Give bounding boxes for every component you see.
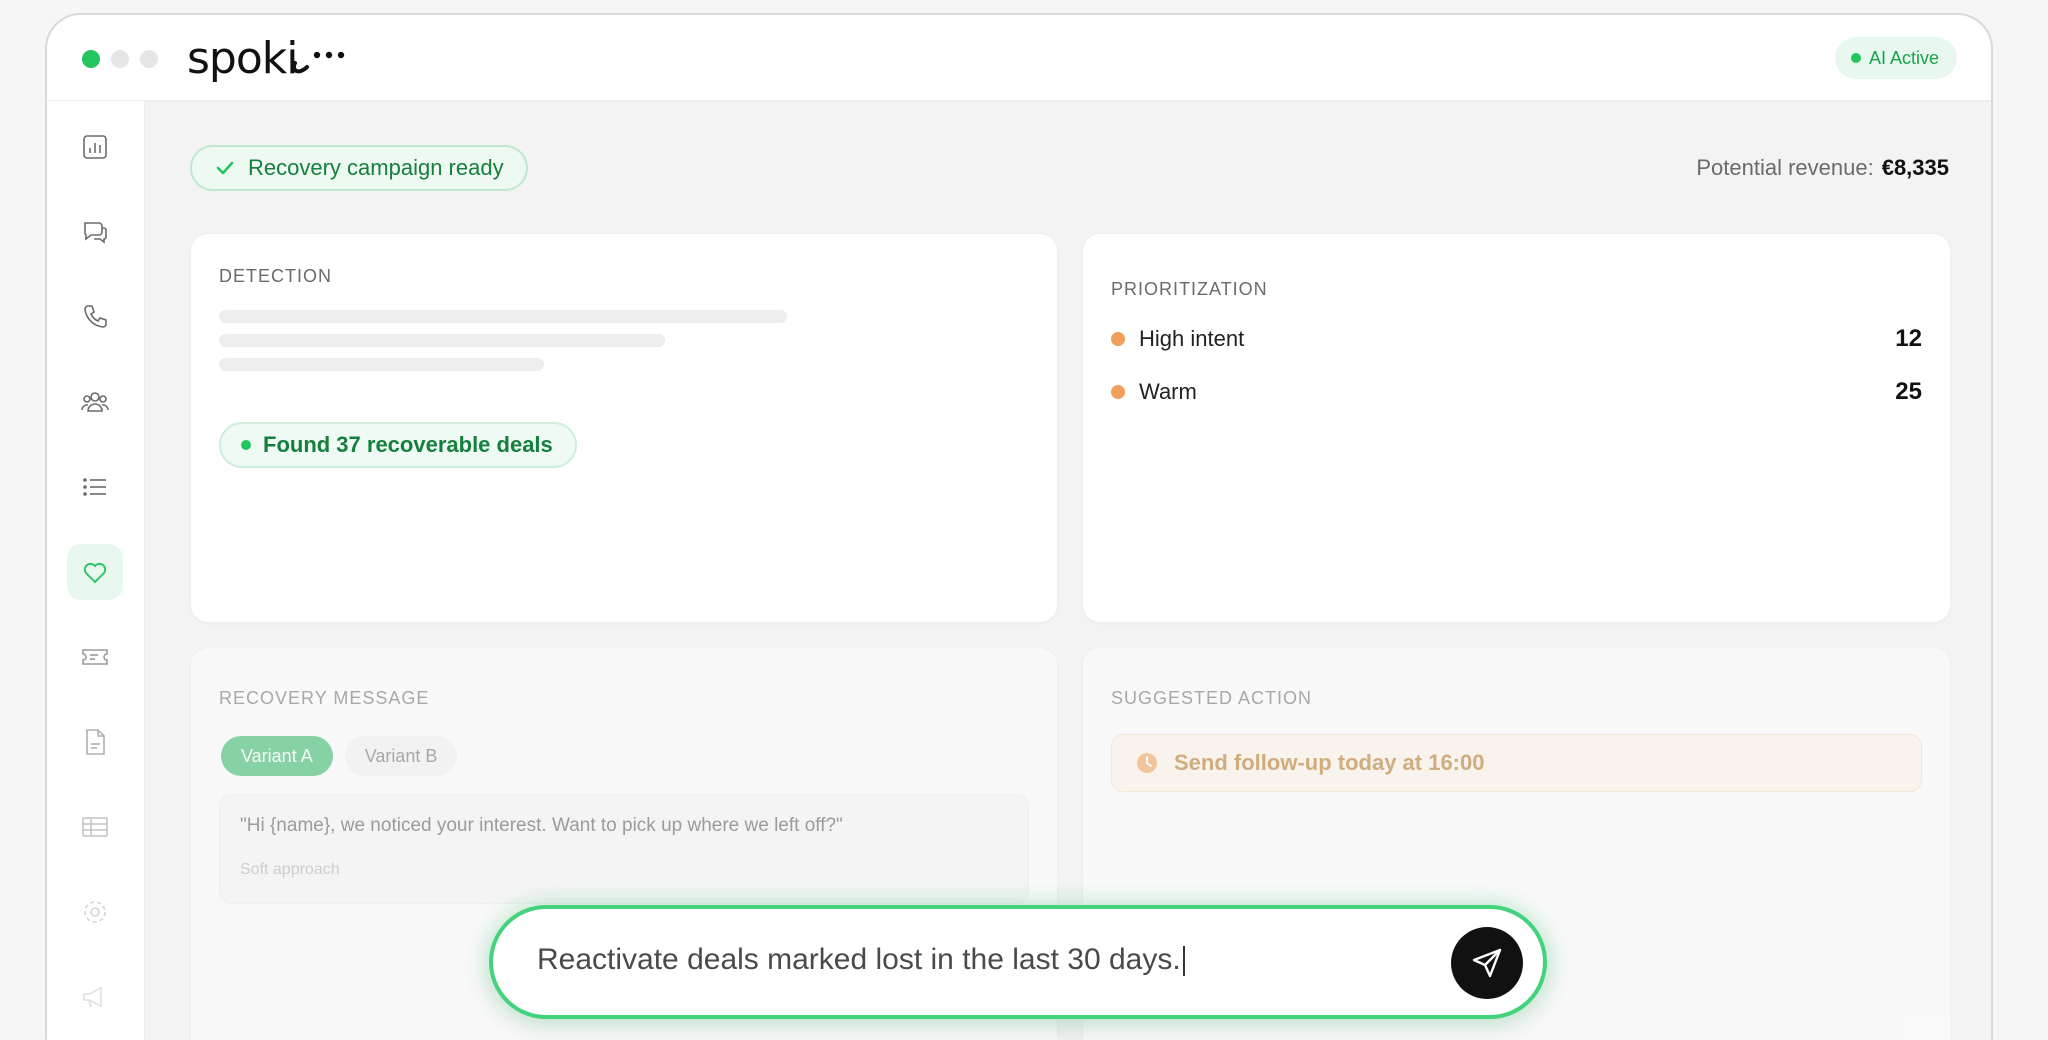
sidebar-item-tickets[interactable] [67,629,123,685]
sidebar-item-tables[interactable] [67,799,123,855]
sidebar-item-settings[interactable] [67,884,123,940]
variant-tabs: Variant A Variant B [221,736,458,776]
sidebar [47,101,145,1040]
ticket-icon [82,649,108,665]
sidebar-item-calls[interactable] [67,289,123,345]
send-icon [1472,948,1502,978]
priority-dot [1111,385,1125,399]
app-window: spoki AI Active Recovery campaign ready … [45,13,1993,1040]
skeleton-line [219,358,544,371]
detection-card: DETECTION Found 37 recoverable deals [190,233,1058,623]
heart-icon [83,562,107,584]
prompt-input[interactable]: Reactivate deals marked lost in the last… [489,905,1547,1019]
document-icon [86,729,105,755]
sidebar-item-recovery[interactable] [67,544,123,600]
tab-variant-b[interactable]: Variant B [344,736,458,776]
sidebar-item-documents[interactable] [67,714,123,770]
window-control-close[interactable] [82,50,100,68]
detection-title: DETECTION [219,266,333,286]
window-controls [82,50,158,68]
found-dot [241,440,251,450]
campaign-status-label: Recovery campaign ready [248,155,504,180]
potential-revenue: Potential revenue: €8,335 [1696,155,1949,181]
found-deals-pill: Found 37 recoverable deals [219,422,577,468]
sidebar-item-lists[interactable] [67,459,123,515]
priority-row-warm: Warm 25 [1111,376,1922,408]
message-text: "Hi {name}, we noticed your interest. Wa… [240,815,843,836]
message-hint: Soft approach [240,861,340,878]
main-content: Recovery campaign ready Potential revenu… [145,101,1991,1040]
skeleton-line [219,310,787,323]
campaign-status-pill: Recovery campaign ready [190,145,528,191]
suggested-action-title: SUGGESTED ACTION [1111,688,1313,708]
app-logo: spoki [187,33,298,84]
table-icon [82,817,108,837]
logo-mark-icon [292,51,345,74]
sidebar-item-contacts[interactable] [67,374,123,430]
priority-row-high-intent: High intent 12 [1111,323,1922,355]
megaphone-icon [83,986,102,1008]
check-icon [216,161,234,175]
suggested-action-label: Send follow-up today at 16:00 [1174,750,1485,775]
priority-label: Warm [1139,379,1197,404]
message-preview[interactable]: "Hi {name}, we noticed your interest. Wa… [219,794,1029,904]
prioritization-title: PRIORITIZATION [1111,279,1268,299]
priority-count: 25 [1895,378,1922,405]
ai-status-label: AI Active [1868,47,1939,68]
users-icon [81,392,109,412]
tab-variant-a[interactable]: Variant A [221,736,333,776]
priority-count: 12 [1895,325,1922,352]
chat-bubbles-icon [84,222,107,244]
phone-icon [84,305,107,328]
ai-status-badge: AI Active [1834,37,1957,79]
status-dot [1850,53,1861,63]
send-button[interactable] [1451,927,1523,999]
sidebar-item-campaigns[interactable] [67,969,123,1025]
title-bar: spoki AI Active [47,15,1991,101]
found-deals-label: Found 37 recoverable deals [263,432,553,457]
prompt-text[interactable]: Reactivate deals marked lost in the last… [537,943,1185,977]
sidebar-item-analytics[interactable] [67,119,123,175]
window-control-minimize[interactable] [111,50,129,68]
skeleton-line [219,334,665,347]
revenue-label: Potential revenue: [1696,155,1874,180]
sidebar-item-conversations[interactable] [67,204,123,260]
list-icon [83,478,106,496]
priority-dot [1111,332,1125,346]
recovery-message-title: RECOVERY MESSAGE [219,688,430,708]
priority-label: High intent [1139,326,1245,351]
gear-icon [84,901,106,923]
prioritization-card: PRIORITIZATION High intent 12 Warm 25 [1082,233,1951,623]
bar-chart-icon [83,135,107,159]
clock-icon [1137,753,1157,773]
window-control-maximize[interactable] [140,50,158,68]
suggested-action-item[interactable]: Send follow-up today at 16:00 [1111,734,1922,792]
revenue-value: €8,335 [1881,155,1949,180]
